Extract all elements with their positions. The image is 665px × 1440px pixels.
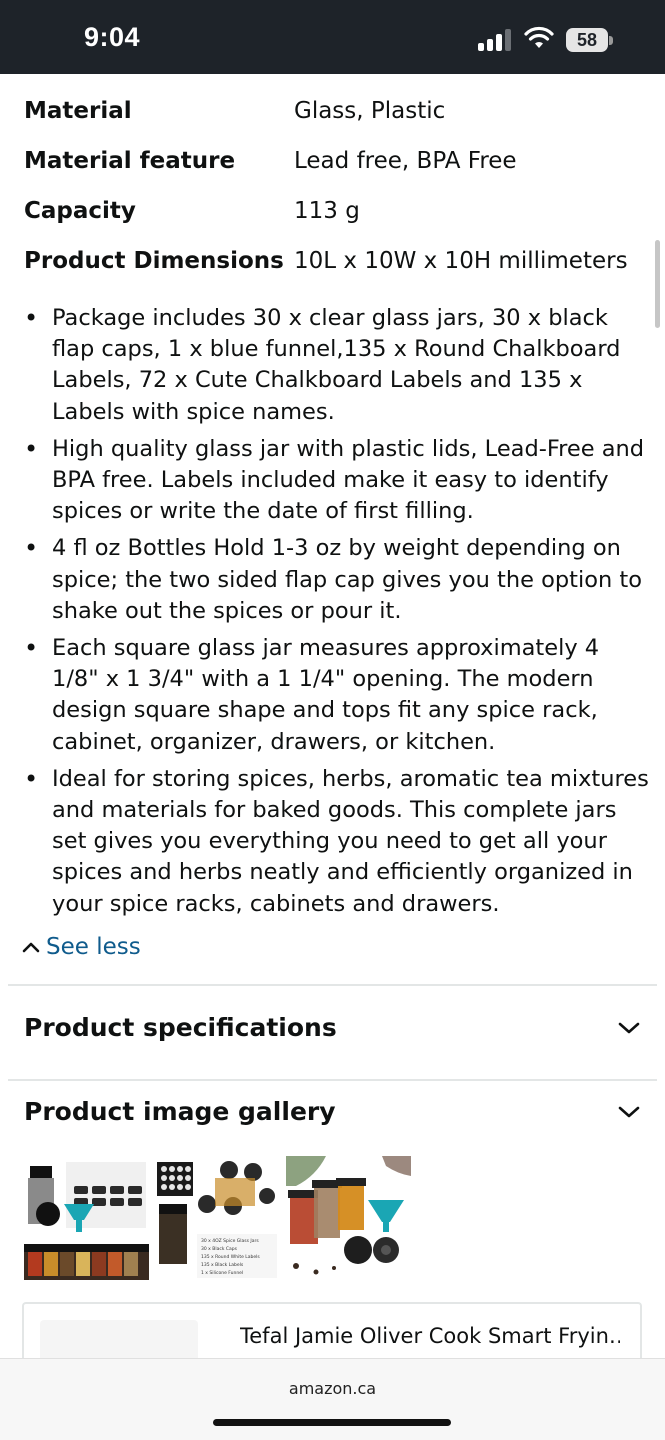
spec-row-capacity: Capacity 113 g bbox=[24, 198, 644, 238]
gallery-thumb-text: 135 x Round White Labels bbox=[201, 1254, 260, 1260]
spec-label: Product Dimensions bbox=[24, 248, 284, 274]
gallery-thumb-text: 135 x Black Labels bbox=[201, 1262, 244, 1268]
spice-jars-image bbox=[24, 1156, 149, 1282]
status-bar: 9:04 58 bbox=[0, 0, 665, 74]
chevron-down-icon bbox=[618, 1022, 640, 1034]
browser-bottom-bar: amazon.ca bbox=[0, 1358, 665, 1440]
feature-bullets: Package includes 30 x clear glass jars, … bbox=[24, 303, 649, 926]
spec-value: Glass, Plastic bbox=[294, 98, 446, 124]
gallery-thumb-text: 30 x Black Caps bbox=[201, 1246, 238, 1252]
spec-value: 10L x 10W x 10H millimeters bbox=[294, 248, 628, 274]
spice-jars-filled-image bbox=[286, 1156, 411, 1282]
battery-nub bbox=[609, 36, 613, 45]
gallery-thumb-text: 30 x 4OZ Spice Glass Jars bbox=[201, 1238, 259, 1244]
divider bbox=[8, 1079, 657, 1081]
chevron-up-icon bbox=[22, 942, 40, 953]
see-less-label: See less bbox=[46, 934, 141, 960]
chevron-down-icon bbox=[618, 1106, 640, 1118]
product-specifications-header[interactable]: Product specifications bbox=[24, 1013, 644, 1057]
gallery-thumbnail[interactable] bbox=[24, 1156, 149, 1282]
bullet-item: Ideal for storing spices, herbs, aromati… bbox=[24, 764, 649, 920]
spec-value: 113 g bbox=[294, 198, 360, 224]
gallery-thumb-text: 1 x Silicone Funnel bbox=[201, 1270, 243, 1276]
home-indicator[interactable] bbox=[213, 1419, 451, 1426]
spec-row-product-dimensions: Product Dimensions 10L x 10W x 10H milli… bbox=[24, 248, 644, 288]
image-gallery: 30 x 4OZ Spice Glass Jars 30 x Black Cap… bbox=[24, 1156, 411, 1282]
section-title: Product specifications bbox=[24, 1013, 337, 1042]
spec-label: Capacity bbox=[24, 198, 136, 224]
url-display[interactable]: amazon.ca bbox=[0, 1379, 665, 1398]
spec-value: Lead free, BPA Free bbox=[294, 148, 517, 174]
bullet-item: 4 fl oz Bottles Hold 1-3 oz by weight de… bbox=[24, 533, 649, 627]
divider bbox=[8, 984, 657, 986]
scroll-indicator[interactable] bbox=[655, 240, 660, 328]
bullet-item: Each square glass jar measures approxima… bbox=[24, 633, 649, 758]
gallery-thumbnail[interactable]: 30 x 4OZ Spice Glass Jars 30 x Black Cap… bbox=[155, 1156, 280, 1282]
gallery-thumbnail[interactable] bbox=[286, 1156, 411, 1282]
spec-row-material: Material Glass, Plastic bbox=[24, 98, 644, 138]
spec-label: Material feature bbox=[24, 148, 236, 174]
spec-row-material-feature: Material feature Lead free, BPA Free bbox=[24, 148, 644, 188]
product-image-gallery-header[interactable]: Product image gallery bbox=[24, 1097, 644, 1141]
section-title: Product image gallery bbox=[24, 1097, 336, 1126]
spec-label: Material bbox=[24, 98, 132, 124]
bullet-item: Package includes 30 x clear glass jars, … bbox=[24, 303, 649, 428]
bullet-item: High quality glass jar with plastic lids… bbox=[24, 434, 649, 528]
status-time: 9:04 bbox=[84, 22, 141, 52]
wifi-icon bbox=[524, 26, 554, 48]
related-product-title[interactable]: Tefal Jamie Oliver Cook Smart Fryin… bbox=[240, 1324, 620, 1348]
see-less-link[interactable]: See less bbox=[22, 934, 141, 960]
battery-icon: 58 bbox=[566, 28, 608, 52]
package-contents-image: 30 x 4OZ Spice Glass Jars 30 x Black Cap… bbox=[155, 1156, 280, 1282]
cellular-signal-icon bbox=[478, 29, 514, 51]
